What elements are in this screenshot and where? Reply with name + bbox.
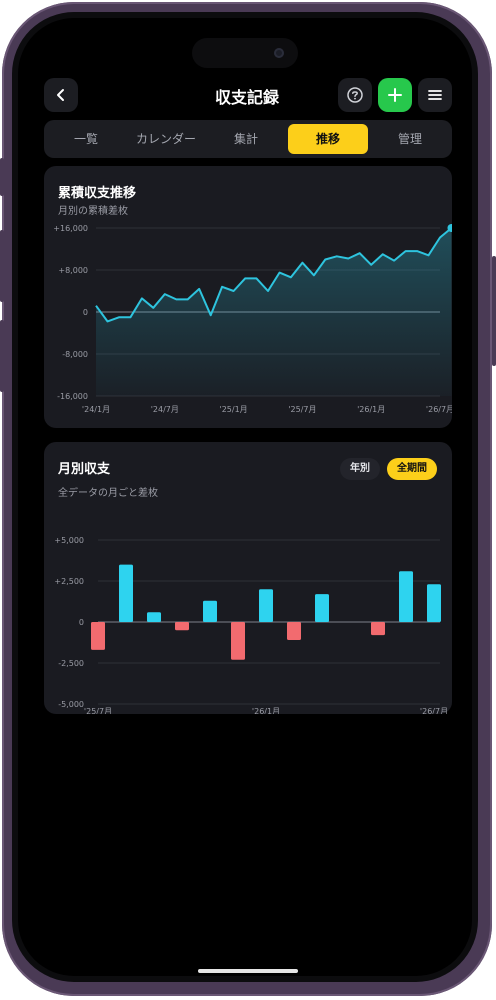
help-button[interactable] (338, 78, 372, 112)
question-circle-icon (347, 87, 363, 103)
area-fill (96, 228, 452, 396)
cumulative-chart: +16,000 +8,000 0 -8,000 -16,000 '24/1月 '24/7月 '… (53, 224, 452, 414)
y-tick-label: +2,500 (54, 577, 84, 586)
bar (147, 612, 161, 622)
y-tick-label: +8,000 (58, 266, 88, 275)
tab-bar: 一覧 カレンダー 集計 推移 管理 (44, 120, 452, 158)
home-indicator (198, 969, 298, 973)
bar (371, 622, 385, 636)
bar (175, 622, 189, 631)
tab-list[interactable]: 一覧 (48, 124, 124, 154)
cumulative-chart-card: 累積収支推移 月別の累積差枚 +16,000 +8,000 0 -8,000 -16,0… (44, 166, 452, 428)
volume-down-button (0, 320, 4, 392)
power-button (492, 256, 496, 366)
tab-calendar[interactable]: カレンダー (128, 124, 204, 154)
hamburger-menu-icon (428, 90, 442, 100)
top-bar: 収支記録 (44, 78, 452, 114)
bar (231, 622, 245, 660)
silent-switch (0, 158, 4, 196)
y-tick-label: -8,000 (62, 350, 88, 359)
y-tick-label: 0 (79, 618, 84, 627)
bar (399, 571, 413, 622)
tab-summary[interactable]: 集計 (208, 124, 284, 154)
x-tick-label: '25/1月 (220, 405, 248, 414)
camera-icon (274, 48, 284, 58)
bar (91, 622, 105, 650)
x-tick-label: '26/1月 (252, 707, 280, 714)
menu-button[interactable] (418, 78, 452, 112)
plus-icon (388, 88, 402, 102)
bar (287, 622, 301, 640)
volume-up-button (0, 230, 4, 302)
x-tick-label: '25/7月 (84, 707, 112, 714)
bar (203, 600, 217, 622)
back-button[interactable] (44, 78, 78, 112)
x-tick-label: '25/7月 (288, 405, 316, 414)
tab-trend[interactable]: 推移 (288, 124, 368, 154)
x-tick-label: '26/1月 (357, 405, 385, 414)
screen: 収支記録 一覧 カレンダー 集計 推移 管理 累積収支推移 月別の累積差枚 +1… (18, 18, 472, 976)
monthly-bar-chart: +5,000 +2,500 0 -2,500 -5,000'25/7月 '26/1月 '26… (54, 536, 448, 714)
x-tick-label: '24/1月 (82, 405, 110, 414)
bar (119, 564, 133, 622)
x-tick-label: '24/7月 (151, 405, 179, 414)
page-title: 収支記録 (214, 88, 279, 107)
y-tick-label: -5,000 (58, 700, 84, 709)
y-tick-label: -2,500 (58, 659, 84, 668)
x-tick-label: '26/7月 (426, 405, 452, 414)
y-tick-label: +16,000 (53, 224, 88, 233)
y-tick-label: -16,000 (57, 392, 88, 401)
x-tick-label: '26/7月 (420, 707, 448, 714)
bar (259, 589, 273, 622)
y-tick-label: +5,000 (54, 536, 84, 545)
monthly-chart-card: 月別収支 全データの月ごと差枚 年別 全期間 +5,000 +2,500 0 -2,5… (44, 442, 452, 714)
bar (315, 594, 329, 622)
add-button[interactable] (378, 78, 412, 112)
dynamic-island (192, 38, 298, 68)
chevron-left-icon (57, 89, 64, 101)
tab-manage[interactable]: 管理 (372, 124, 448, 154)
y-tick-label: 0 (83, 308, 88, 317)
bar (427, 584, 441, 622)
